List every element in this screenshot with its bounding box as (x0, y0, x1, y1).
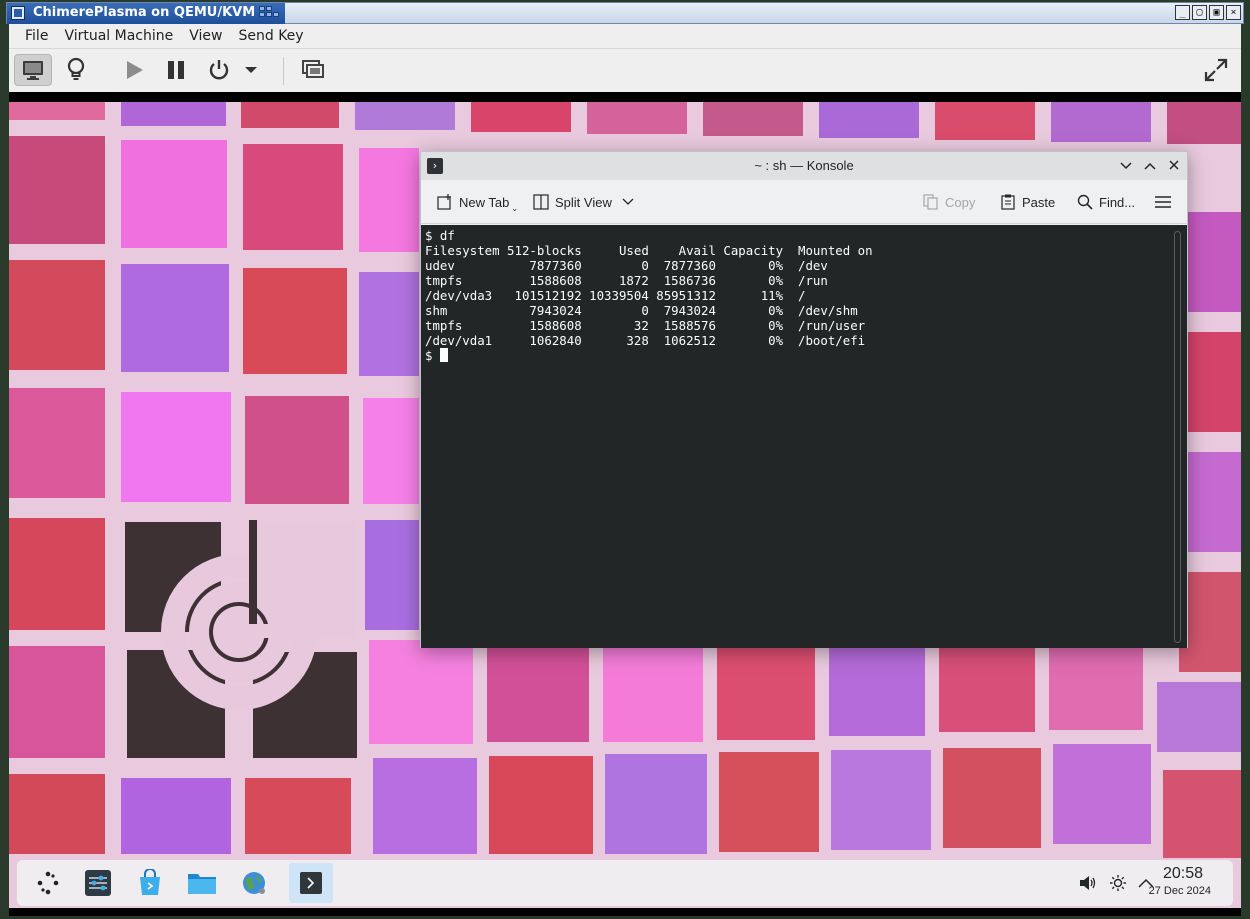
app-launcher-button[interactable] (31, 866, 65, 900)
taskbar-discover[interactable] (133, 866, 167, 900)
terminal-line: /dev/vda3 101512192 10339504 85951312 11… (425, 288, 806, 303)
window-menu-icon[interactable] (11, 6, 25, 20)
pause-button[interactable] (157, 54, 195, 86)
chevron-down-icon (622, 198, 634, 205)
new-tab-label: New Tab (459, 194, 510, 210)
minimize-button[interactable] (1117, 157, 1135, 175)
terminal-line: tmpfs 1588608 1872 1586736 0% /run (425, 273, 828, 288)
copy-button[interactable]: Copy (923, 192, 975, 212)
pause-icon (168, 61, 184, 79)
lightbulb-icon (67, 57, 85, 80)
host-window-title: ChimerePlasma on QEMU/KVM (33, 5, 256, 20)
plasma-panel: 20:58 27 Dec 2024 (17, 860, 1233, 906)
close-icon (1169, 160, 1179, 170)
chevron-down-icon: ⌄ (511, 203, 519, 213)
power-icon (209, 60, 229, 80)
brightness-button[interactable] (1109, 874, 1127, 892)
konsole-titlebar[interactable]: › ~ : sh — Konsole (421, 152, 1187, 180)
taskbar-browser[interactable] (237, 866, 271, 900)
restore-button[interactable]: ▢ (1192, 5, 1207, 20)
maximize-button[interactable]: ▣ (1209, 5, 1224, 20)
clock-time[interactable]: 20:58 (1163, 865, 1203, 883)
clock-date[interactable]: 27 Dec 2024 (1149, 885, 1211, 897)
new-tab-button[interactable]: New Tab ⌄ (437, 192, 519, 213)
terminal-cursor (439, 348, 448, 362)
taskbar-system-settings[interactable] (81, 866, 115, 900)
vm-window: File Virtual Machine View Send Key › ~:… (9, 24, 1241, 916)
hamburger-icon (1155, 196, 1171, 208)
split-view-button[interactable]: Split View (533, 192, 634, 212)
terminal-line: udev 7877360 0 7877360 0% /dev (425, 258, 828, 273)
browser-icon (243, 872, 265, 894)
terminal-line: $ df (425, 228, 455, 243)
close-button[interactable] (1165, 157, 1183, 175)
tile-grid-icon (259, 6, 279, 21)
system-settings-icon (85, 870, 111, 896)
terminal-line: /dev/vda1 1062840 328 1062512 0% /boot/e… (425, 333, 866, 348)
find-button[interactable]: Find... (1077, 192, 1135, 212)
close-button[interactable]: × (1226, 5, 1241, 20)
run-button[interactable] (115, 54, 153, 86)
chevron-down-icon (1120, 162, 1132, 170)
guest-display[interactable]: › ~ : sh — Konsole New Tab ⌄ Split View … (9, 92, 1241, 916)
minimize-button[interactable]: _ (1175, 5, 1190, 20)
konsole-toolbar: New Tab ⌄ Split View Copy Paste Find... (421, 180, 1187, 224)
terminal-output: $ df Filesystem 512-blocks Used Avail Ca… (425, 228, 873, 363)
play-icon (127, 61, 143, 79)
terminal-scrollbar[interactable] (1174, 231, 1181, 643)
paste-label: Paste (1022, 194, 1056, 210)
konsole-window[interactable]: › ~ : sh — Konsole New Tab ⌄ Split View … (420, 151, 1188, 648)
taskbar-dolphin[interactable] (185, 866, 219, 900)
new-tab-icon (437, 194, 451, 210)
dolphin-icon (188, 874, 216, 894)
split-view-icon (533, 194, 549, 210)
terminal-line: Filesystem 512-blocks Used Avail Capacit… (425, 243, 873, 258)
konsole-icon (300, 872, 322, 894)
desktop-wallpaper[interactable]: › ~ : sh — Konsole New Tab ⌄ Split View … (9, 102, 1241, 908)
terminal-area[interactable]: $ df Filesystem 512-blocks Used Avail Ca… (421, 225, 1187, 648)
copy-icon (923, 194, 938, 210)
menu-virtual-machine[interactable]: Virtual Machine (56, 28, 181, 44)
vm-toolbar (9, 48, 1241, 91)
menubar: File Virtual Machine View Send Key (9, 24, 1241, 48)
fullscreen-button[interactable] (1197, 54, 1235, 86)
split-view-label: Split View (555, 194, 612, 210)
volume-icon (1080, 876, 1096, 890)
find-label: Find... (1099, 194, 1136, 210)
terminal-line: shm 7943024 0 7943024 0% /dev/shm (425, 303, 858, 318)
menu-send-key[interactable]: Send Key (230, 28, 311, 44)
monitor-icon (23, 61, 43, 80)
menu-view[interactable]: View (181, 28, 230, 44)
volume-button[interactable] (1079, 874, 1097, 892)
maximize-button[interactable] (1141, 157, 1159, 175)
snapshots-button[interactable] (294, 54, 332, 86)
snapshot-icon (302, 60, 324, 78)
search-icon (1077, 194, 1093, 210)
details-button[interactable] (57, 54, 95, 86)
app-launcher-icon (37, 871, 59, 895)
terminal-line: tmpfs 1588608 32 1588576 0% /run/user (425, 318, 866, 333)
chevron-down-icon (245, 67, 257, 73)
hamburger-menu-button[interactable] (1155, 192, 1171, 212)
brightness-icon (1110, 875, 1126, 891)
shutdown-button[interactable] (200, 54, 238, 86)
taskbar-konsole[interactable] (289, 863, 333, 903)
copy-label: Copy (945, 194, 976, 210)
screen: ChimerePlasma on QEMU/KVM _ ▢ ▣ × File V… (0, 0, 1250, 919)
discover-icon (140, 869, 160, 895)
console-button[interactable] (14, 54, 52, 86)
fullscreen-icon (1204, 58, 1228, 82)
terminal-prompt: $ (425, 348, 440, 363)
konsole-title: ~ : sh — Konsole (754, 158, 854, 173)
paste-icon (1001, 194, 1015, 210)
chevron-up-icon (1144, 162, 1156, 170)
shutdown-menu-button[interactable] (239, 54, 263, 86)
paste-button[interactable]: Paste (1000, 192, 1055, 212)
host-titlebar[interactable]: ChimerePlasma on QEMU/KVM _ ▢ ▣ × (6, 2, 1244, 24)
toolbar-separator (283, 57, 284, 85)
menu-file[interactable]: File (17, 28, 56, 44)
